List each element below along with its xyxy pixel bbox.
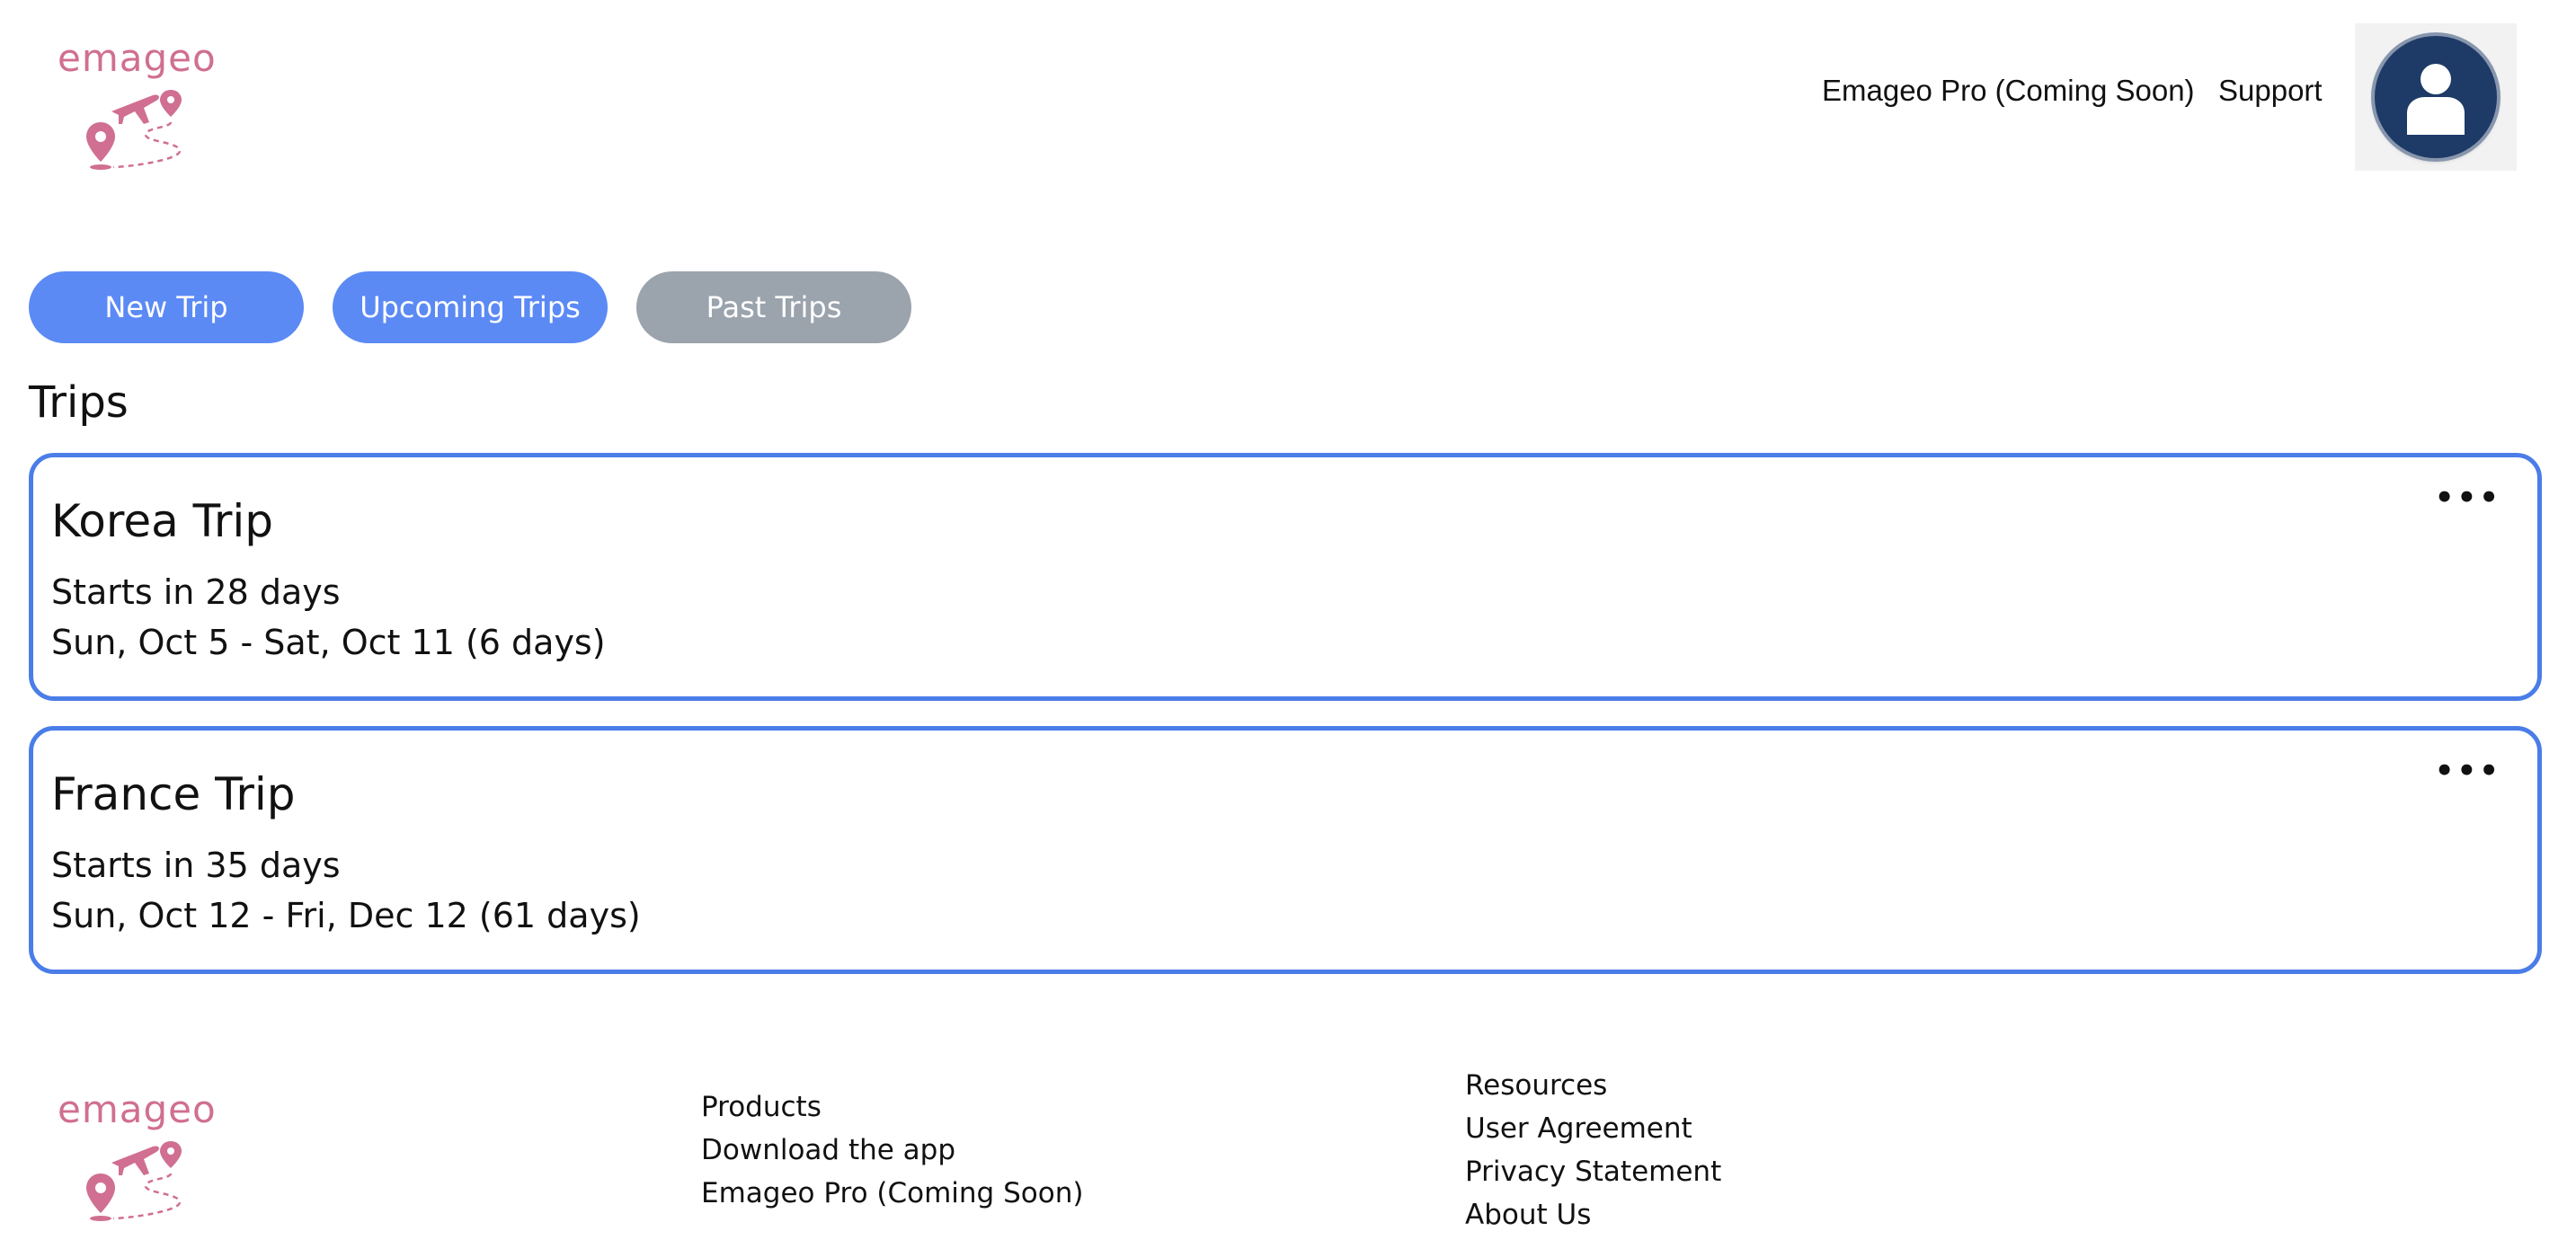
section-title: Trips — [29, 377, 129, 428]
user-avatar-icon — [2407, 64, 2465, 135]
trip-dates: Sun, Oct 5 - Sat, Oct 11 (6 days) — [51, 623, 606, 662]
past-trips-button[interactable]: Past Trips — [636, 271, 911, 343]
trip-name: France Trip — [51, 768, 296, 820]
trip-card[interactable]: France Trip Starts in 35 days Sun, Oct 1… — [29, 726, 2542, 974]
footer-products: Products Download the app Emageo Pro (Co… — [701, 1085, 1083, 1215]
trip-name: Korea Trip — [51, 495, 274, 547]
travel-route-icon — [86, 1141, 182, 1221]
trip-countdown: Starts in 35 days — [51, 846, 341, 885]
nav-emageo-pro[interactable]: Emageo Pro (Coming Soon) — [1822, 74, 2195, 108]
footer-link-privacy-statement[interactable]: Privacy Statement — [1465, 1150, 1721, 1193]
travel-route-icon — [86, 90, 182, 170]
footer-link-about-us[interactable]: About Us — [1465, 1193, 1721, 1236]
footer-link-user-agreement[interactable]: User Agreement — [1465, 1107, 1721, 1150]
footer-link-download-app[interactable]: Download the app — [701, 1129, 1083, 1172]
footer-resources: Resources User Agreement Privacy Stateme… — [1465, 1064, 1721, 1236]
logo-wordmark: emageo — [58, 1087, 217, 1131]
footer-heading-products: Products — [701, 1091, 822, 1123]
footer-link-emageo-pro[interactable]: Emageo Pro (Coming Soon) — [701, 1172, 1083, 1215]
footer-logo[interactable]: emageo — [58, 1091, 217, 1224]
trip-card[interactable]: Korea Trip Starts in 28 days Sun, Oct 5 … — [29, 453, 2542, 701]
more-options-icon[interactable]: ••• — [2435, 483, 2501, 513]
avatar — [2375, 36, 2497, 158]
trip-dates: Sun, Oct 12 - Fri, Dec 12 (61 days) — [51, 896, 641, 935]
upcoming-trips-button[interactable]: Upcoming Trips — [333, 271, 608, 343]
more-options-icon[interactable]: ••• — [2435, 756, 2501, 786]
footer-heading-resources: Resources — [1465, 1069, 1608, 1102]
new-trip-button[interactable]: New Trip — [29, 271, 304, 343]
profile-avatar-button[interactable] — [2355, 23, 2517, 171]
trip-countdown: Starts in 28 days — [51, 572, 341, 612]
logo-wordmark: emageo — [58, 36, 217, 80]
header-logo[interactable]: emageo — [58, 40, 217, 173]
nav-support[interactable]: Support — [2218, 74, 2323, 108]
